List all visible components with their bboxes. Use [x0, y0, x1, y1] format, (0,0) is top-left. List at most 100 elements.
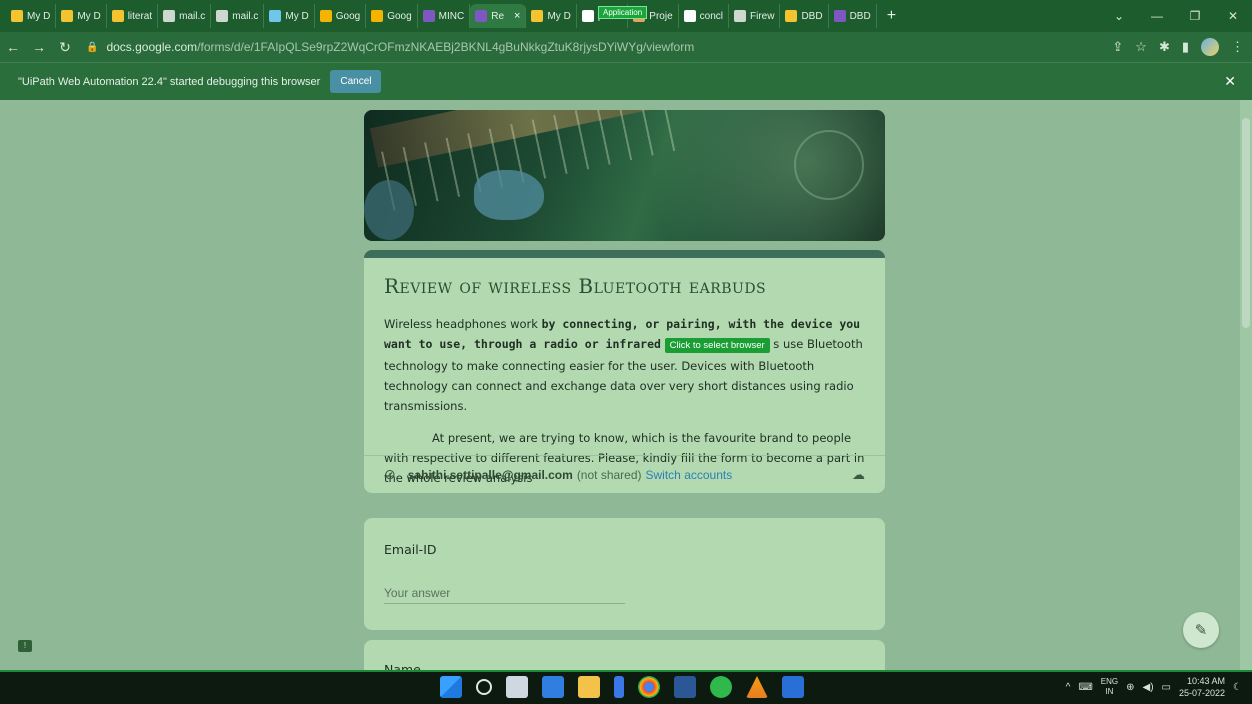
minimize-button[interactable]: —	[1138, 9, 1176, 23]
clock[interactable]: 10:43 AM 25-07-2022	[1179, 675, 1225, 699]
browser-tab[interactable]: mail.c	[158, 4, 212, 28]
tab-label: DBD	[801, 10, 823, 22]
system-tray: ^ ⌨ ENG IN ⊕ ◀) ▭ 10:43 AM 25-07-2022 ☾	[1066, 675, 1242, 699]
chrome-icon[interactable]	[638, 676, 660, 698]
browser-tab[interactable]: DBD	[829, 4, 877, 28]
notifications-icon[interactable]: ☾	[1233, 682, 1242, 693]
slides-icon	[371, 10, 384, 22]
drive-icon	[61, 10, 74, 22]
browser-tab[interactable]: MINC	[418, 4, 471, 28]
scrollbar-thumb[interactable]	[1242, 118, 1250, 328]
tab-label: My D	[77, 10, 101, 22]
cancel-debug-button[interactable]: Cancel	[330, 70, 382, 93]
account-row: ⊘ sahithi.settipalle@gmail.com (not shar…	[364, 455, 885, 493]
tab-label: My D	[285, 10, 309, 22]
hand-graphic	[474, 170, 544, 220]
keyboard-icon[interactable]: ⌨	[1078, 682, 1092, 693]
menu-dots-icon[interactable]: ⋮	[1231, 39, 1244, 55]
tab-label: concl	[699, 10, 723, 22]
not-shared-label: (not shared)	[576, 467, 642, 482]
browser-tab[interactable]: My D	[6, 4, 57, 28]
close-icon[interactable]: ✕	[1224, 73, 1236, 90]
windows-start-icon[interactable]	[440, 676, 462, 698]
account-email: sahithi.settipalle@gmail.com	[407, 467, 573, 482]
forward-button[interactable]: →	[26, 39, 52, 55]
new-tab-button[interactable]: +	[877, 7, 906, 25]
form-title-card: Review of wireless Bluetooth earbuds Wir…	[364, 250, 885, 493]
browser-tab[interactable]: Re ×	[470, 4, 527, 28]
hand-graphic-2	[364, 180, 414, 240]
file-explorer-icon[interactable]	[578, 676, 600, 698]
task-view-icon[interactable]	[506, 676, 528, 698]
drive-icon	[531, 10, 544, 22]
extensions-icon[interactable]: ✱	[1159, 39, 1170, 55]
browser-tab[interactable]: My D	[56, 4, 107, 28]
window-controls: ⌄ — ❐ ✕	[1100, 0, 1252, 32]
toolbar-icons: ⇪ ☆ ✱ ▮ ⋮	[1112, 32, 1244, 62]
tab-label: literat	[127, 10, 153, 22]
reload-button[interactable]: ↻	[52, 39, 78, 56]
select-browser-tooltip[interactable]: Click to select browser	[664, 338, 770, 353]
browser-tab[interactable]: concl	[679, 4, 729, 28]
chevron-up-icon[interactable]: ^	[1066, 682, 1071, 693]
tab-label: mail.c	[179, 10, 206, 22]
lens-flare-graphic	[794, 130, 864, 200]
tab-label: DBD	[849, 10, 871, 22]
google-icon	[581, 10, 594, 22]
application-badge: Application	[598, 6, 648, 19]
taskbar-apps	[440, 676, 804, 698]
page-scrollbar[interactable]	[1240, 100, 1252, 670]
feedback-icon[interactable]: !	[18, 640, 32, 652]
lock-icon: 🔒	[86, 41, 99, 53]
language-indicator[interactable]: ENG IN	[1101, 677, 1118, 697]
question-label-name: Name	[384, 662, 421, 670]
network-icon[interactable]: ⊕	[1126, 682, 1134, 693]
tab-label: Goog	[335, 10, 361, 22]
browser-tab[interactable]: DBD	[780, 4, 829, 28]
browser-tab[interactable]: My D	[264, 4, 315, 28]
vlc-icon[interactable]	[746, 676, 768, 698]
browser-tab[interactable]: Goog	[366, 4, 418, 28]
browser-tab[interactable]: mail.c	[211, 4, 265, 28]
header-banner-image	[364, 110, 885, 241]
word-icon[interactable]	[674, 676, 696, 698]
globe-icon	[734, 10, 746, 22]
bookmark-star-icon[interactable]: ☆	[1135, 39, 1147, 55]
url-bar[interactable]: 🔒 docs.google.com/forms/d/e/1FAIpQLSe9rp…	[86, 36, 1086, 58]
share-icon[interactable]: ⇪	[1112, 39, 1123, 55]
tab-label: Firew	[750, 10, 775, 22]
chevron-down-icon[interactable]: ⌄	[1100, 9, 1138, 23]
store-icon[interactable]	[614, 676, 624, 698]
close-tab-icon[interactable]: ×	[514, 10, 520, 22]
browser-tab[interactable]: Goog	[315, 4, 367, 28]
battery-icon[interactable]: ▭	[1162, 682, 1171, 693]
browser-tab[interactable]: Firew	[729, 4, 781, 28]
debug-infobar: "UiPath Web Automation 22.4" started deb…	[0, 62, 1252, 100]
whatsapp-icon[interactable]	[710, 676, 732, 698]
close-window-button[interactable]: ✕	[1214, 9, 1252, 23]
tab-label: My D	[547, 10, 571, 22]
lang-code: ENG	[1100, 677, 1119, 686]
volume-icon[interactable]: ◀)	[1143, 682, 1154, 693]
form-page: Review of wireless Bluetooth earbuds Wir…	[0, 100, 1240, 670]
switch-accounts-link[interactable]: Switch accounts	[646, 468, 733, 482]
browser-tab[interactable]: literat	[107, 4, 159, 28]
studio-icon[interactable]	[782, 676, 804, 698]
search-icon[interactable]	[476, 679, 492, 695]
back-button[interactable]: ←	[0, 39, 26, 55]
maximize-button[interactable]: ❐	[1176, 9, 1214, 23]
clock-date: 25-07-2022	[1178, 688, 1226, 698]
side-panel-icon[interactable]: ▮	[1182, 39, 1189, 55]
tab-label: Re	[491, 10, 505, 22]
tab-label: MINC	[438, 10, 465, 22]
loading-icon	[269, 10, 282, 22]
browser-tab[interactable]: My D	[526, 4, 577, 28]
desc-part1: Wireless headphones work	[384, 317, 542, 331]
profile-avatar[interactable]	[1201, 38, 1219, 56]
widgets-icon[interactable]	[542, 676, 564, 698]
email-answer-input[interactable]	[384, 582, 625, 604]
forms-icon	[475, 10, 488, 22]
question-label-email: Email-ID	[384, 542, 437, 557]
tab-label: My D	[27, 10, 51, 22]
edit-pencil-button[interactable]: ✎	[1183, 612, 1219, 648]
